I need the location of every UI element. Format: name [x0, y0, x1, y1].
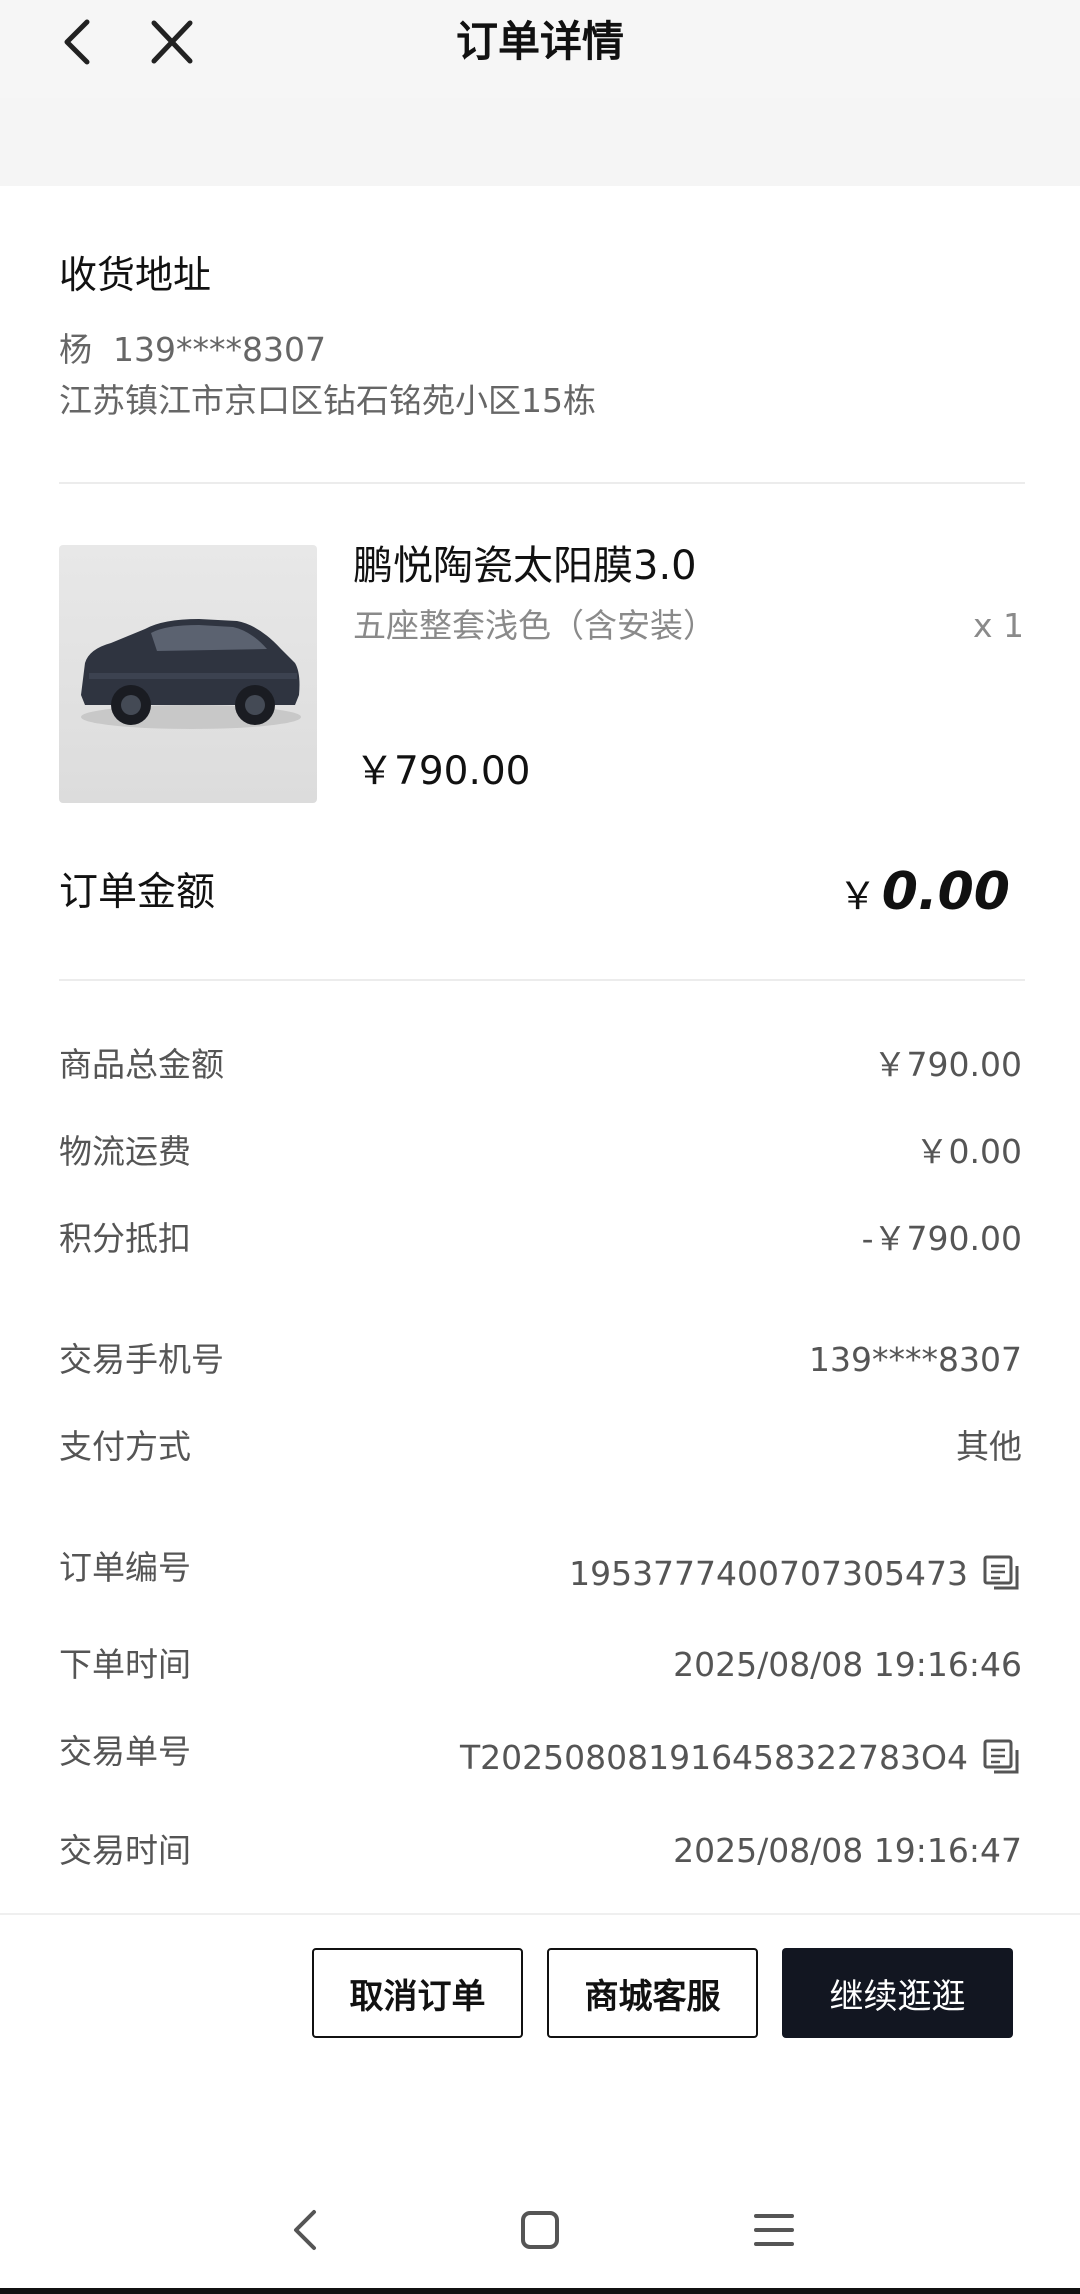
info-value-order-no: 1953777400707305473: [569, 1552, 1022, 1596]
payment-label-phone: 交易手机号: [59, 1340, 224, 1379]
product-spec: 五座整套浅色（含安装）: [353, 606, 716, 645]
product-image[interactable]: [59, 545, 317, 803]
nav-back-icon[interactable]: [274, 2198, 338, 2262]
summary-label-shipping: 物流运费: [59, 1132, 191, 1171]
product-name[interactable]: 鹏悦陶瓷太阳膜3.0: [353, 540, 697, 592]
customer-service-button[interactable]: 商城客服: [547, 1948, 758, 2038]
continue-shopping-button[interactable]: 继续逛逛: [782, 1948, 1013, 2038]
footer-divider: [0, 1913, 1080, 1915]
payment-label-method: 支付方式: [59, 1427, 191, 1466]
screen-bottom-edge: [0, 2288, 1080, 2294]
order-amount-currency: ￥: [838, 874, 877, 918]
summary-label-points: 积分抵扣: [59, 1219, 191, 1258]
summary-value-points: -￥790.00: [861, 1219, 1022, 1258]
order-amount-value: 0.00: [881, 862, 1010, 922]
info-label-trade-no: 交易单号: [59, 1732, 191, 1771]
info-label-trade-time: 交易时间: [59, 1831, 191, 1870]
summary-value-shipping: ￥0.00: [915, 1132, 1022, 1171]
order-amount: ￥ 0.00: [839, 860, 1010, 936]
info-value-order-time: 2025/08/08 19:16:46: [673, 1645, 1022, 1684]
address-name-phone: 杨 139****8307: [59, 330, 326, 369]
order-amount-label: 订单金额: [59, 870, 216, 915]
info-label-order-no: 订单编号: [59, 1548, 191, 1587]
product-price: ￥790.00: [355, 749, 531, 794]
header-spacer: [0, 98, 1080, 186]
payment-value-phone: 139****8307: [809, 1340, 1022, 1379]
info-value-trade-time: 2025/08/08 19:16:47: [673, 1831, 1022, 1870]
cancel-order-button[interactable]: 取消订单: [312, 1948, 523, 2038]
copy-icon[interactable]: [982, 1738, 1022, 1778]
order-number: 1953777400707305473: [569, 1554, 968, 1593]
copy-icon[interactable]: [982, 1554, 1022, 1594]
divider: [59, 482, 1025, 484]
system-nav-bar: [0, 2180, 1080, 2280]
top-bar: 订单详情: [0, 0, 1080, 98]
trade-number: T202508081916458322783O4: [459, 1738, 968, 1777]
payment-value-method: 其他: [956, 1427, 1022, 1466]
address-title: 收货地址: [59, 253, 212, 297]
info-value-trade-no: T202508081916458322783O4: [460, 1736, 1022, 1780]
address-detail: 江苏镇江市京口区钻石铭苑小区15栋: [59, 381, 596, 420]
product-quantity: x 1: [972, 606, 1024, 645]
nav-menu-icon[interactable]: [742, 2198, 806, 2262]
summary-label-goods-total: 商品总金额: [59, 1045, 224, 1084]
nav-home-icon[interactable]: [508, 2198, 572, 2262]
summary-value-goods-total: ￥790.00: [873, 1045, 1022, 1084]
divider: [59, 979, 1025, 981]
suv-car-image: [81, 619, 301, 729]
info-label-order-time: 下单时间: [59, 1645, 191, 1684]
page-title: 订单详情: [455, 17, 624, 66]
